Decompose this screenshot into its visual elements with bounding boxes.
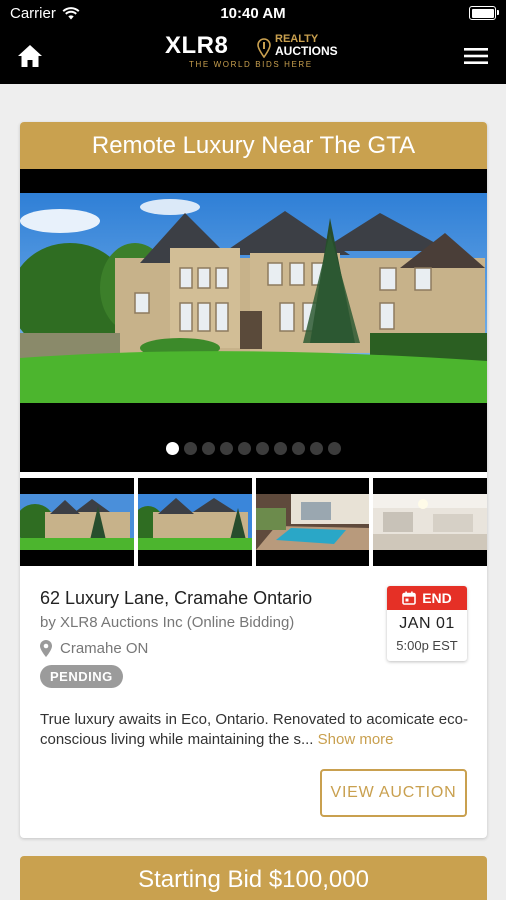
thumbnail-4[interactable] bbox=[373, 478, 487, 566]
view-auction-button[interactable]: VIEW AUCTION bbox=[320, 769, 467, 817]
show-more-link[interactable]: Show more bbox=[318, 731, 394, 748]
thumbnail-strip[interactable] bbox=[20, 478, 487, 566]
listing-description: True luxury awaits in Eco, Ontario. Reno… bbox=[40, 710, 470, 750]
listing-seller: by XLR8 Auctions Inc (Online Bidding) bbox=[40, 614, 295, 631]
listing-title: Remote Luxury Near The GTA bbox=[20, 122, 487, 169]
carousel-dot[interactable] bbox=[256, 442, 269, 455]
auction-end-box: END JAN 01 5:00p EST bbox=[387, 586, 467, 661]
end-date: JAN 01 bbox=[399, 615, 455, 632]
logo-line2: AUCTIONS bbox=[275, 44, 338, 58]
carousel-indicators bbox=[20, 442, 487, 455]
carousel-dot[interactable] bbox=[202, 442, 215, 455]
listing-main-photo[interactable] bbox=[20, 193, 487, 403]
carousel-dot[interactable] bbox=[328, 442, 341, 455]
location-text: Cramahe ON bbox=[60, 640, 149, 657]
location-pin-icon bbox=[40, 640, 52, 657]
home-icon bbox=[18, 45, 42, 67]
battery-icon bbox=[469, 6, 499, 20]
status-badge: PENDING bbox=[40, 665, 123, 688]
end-header: END bbox=[387, 586, 467, 610]
thumbnail-2[interactable] bbox=[137, 478, 252, 566]
app-bar: XLR8 REALTY AUCTIONS THE WORLD BIDS HERE bbox=[0, 28, 506, 84]
logo-tagline: THE WORLD BIDS HERE bbox=[189, 60, 313, 69]
end-label: END bbox=[422, 590, 452, 606]
carousel-dot[interactable] bbox=[238, 442, 251, 455]
hamburger-menu-icon bbox=[464, 48, 488, 64]
carousel-dot[interactable] bbox=[274, 442, 287, 455]
listing-address: 62 Luxury Lane, Cramahe Ontario bbox=[40, 588, 313, 608]
carousel-dot[interactable] bbox=[220, 442, 233, 455]
thumbnail-1[interactable] bbox=[20, 478, 134, 566]
carousel-dot[interactable] bbox=[292, 442, 305, 455]
listing-location: Cramahe ON bbox=[40, 640, 148, 657]
end-time: 5:00p EST bbox=[396, 638, 458, 653]
starting-bid-header: Starting Bid $100,000 bbox=[20, 856, 487, 900]
carousel-dot[interactable] bbox=[166, 442, 179, 455]
description-text: True luxury awaits in Eco, Ontario. Reno… bbox=[40, 711, 468, 748]
calendar-icon bbox=[402, 591, 417, 605]
menu-button[interactable] bbox=[460, 40, 492, 72]
logo-brand: XLR8 bbox=[165, 32, 229, 59]
listing-card: Remote Luxury Near The GTA 62 Luxury Lan… bbox=[20, 122, 487, 838]
thumbnail-3[interactable] bbox=[255, 478, 370, 566]
listing-info: 62 Luxury Lane, Cramahe Ontario by XLR8 … bbox=[20, 566, 487, 838]
status-bar: Carrier 10:40 AM bbox=[0, 0, 506, 28]
image-carousel[interactable] bbox=[20, 169, 487, 472]
logo-pin-icon bbox=[257, 38, 271, 58]
carousel-dot[interactable] bbox=[184, 442, 197, 455]
brand-logo[interactable]: XLR8 REALTY AUCTIONS THE WORLD BIDS HERE bbox=[165, 32, 345, 76]
home-button[interactable] bbox=[14, 40, 46, 72]
carousel-dot[interactable] bbox=[310, 442, 323, 455]
clock: 10:40 AM bbox=[220, 5, 286, 22]
